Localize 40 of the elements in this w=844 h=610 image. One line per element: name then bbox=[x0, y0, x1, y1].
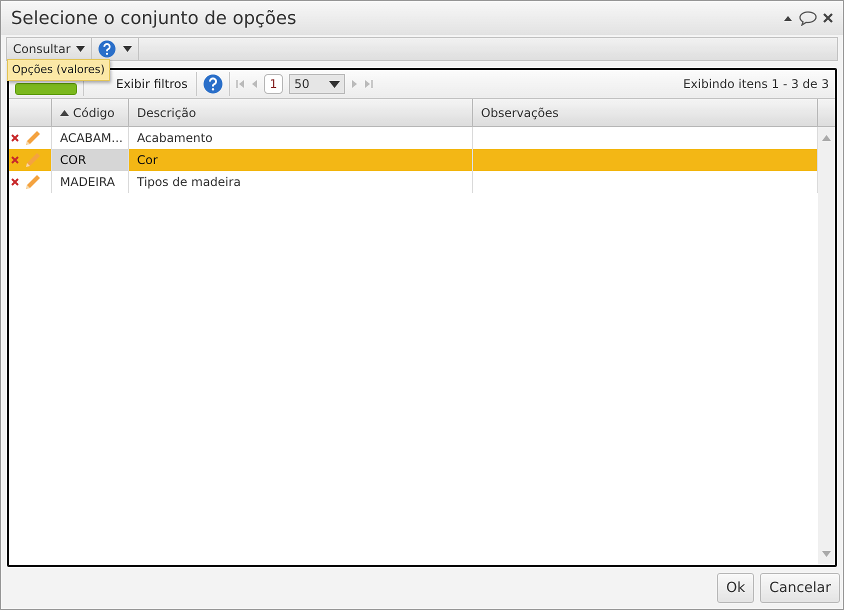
delete-icon[interactable] bbox=[11, 178, 19, 186]
help-icon[interactable] bbox=[202, 74, 223, 94]
table-row[interactable]: COR Cor bbox=[9, 149, 818, 171]
column-header[interactable]: Descrição bbox=[129, 99, 473, 126]
caret-icon bbox=[122, 46, 132, 52]
table-cell: Tipos de madeira bbox=[137, 175, 241, 189]
caret-icon bbox=[329, 80, 340, 88]
last-page-icon[interactable] bbox=[364, 79, 374, 89]
show-filters-button[interactable]: Exibir filtros bbox=[114, 77, 190, 91]
scroll-up-icon[interactable] bbox=[822, 135, 831, 141]
table-cell: MADEIRA bbox=[60, 175, 115, 189]
dropdown-menu-item[interactable]: Opções (valores) bbox=[8, 60, 109, 80]
help-icon bbox=[98, 40, 116, 58]
pencil-icon[interactable] bbox=[25, 152, 41, 168]
pencil-icon[interactable] bbox=[25, 130, 41, 146]
first-page-icon[interactable] bbox=[236, 79, 245, 89]
table-cell: Acabamento bbox=[137, 131, 213, 145]
column-header[interactable]: Observações bbox=[473, 99, 818, 126]
cancel-button[interactable]: Cancelar bbox=[760, 573, 840, 603]
table-cell: Cor bbox=[137, 153, 158, 167]
caret-icon bbox=[76, 46, 85, 52]
table-cell: COR bbox=[60, 153, 86, 167]
scroll-down-icon[interactable] bbox=[822, 551, 831, 557]
next-page-icon[interactable] bbox=[351, 79, 358, 89]
collapse-icon[interactable] bbox=[783, 14, 793, 22]
pencil-icon[interactable] bbox=[25, 174, 41, 190]
window-title: Selecione o conjunto de opções bbox=[11, 8, 296, 28]
page-size-dropdown[interactable]: 50 bbox=[289, 74, 346, 94]
ok-button[interactable]: Ok bbox=[717, 573, 754, 603]
close-icon[interactable] bbox=[823, 13, 833, 23]
items-count-text: Exibindo itens 1 - 3 de 3 bbox=[683, 77, 829, 91]
column-header[interactable]: Código bbox=[52, 99, 129, 126]
delete-icon[interactable] bbox=[11, 134, 19, 142]
previous-page-icon[interactable] bbox=[250, 79, 258, 89]
speech-bubble-icon[interactable] bbox=[799, 10, 817, 26]
new-button[interactable] bbox=[15, 83, 77, 95]
scrollbar[interactable] bbox=[818, 127, 835, 565]
delete-icon[interactable] bbox=[11, 156, 19, 164]
page-number-field[interactable]: 1 bbox=[264, 74, 284, 94]
table-cell: ACABAM... bbox=[60, 131, 123, 145]
